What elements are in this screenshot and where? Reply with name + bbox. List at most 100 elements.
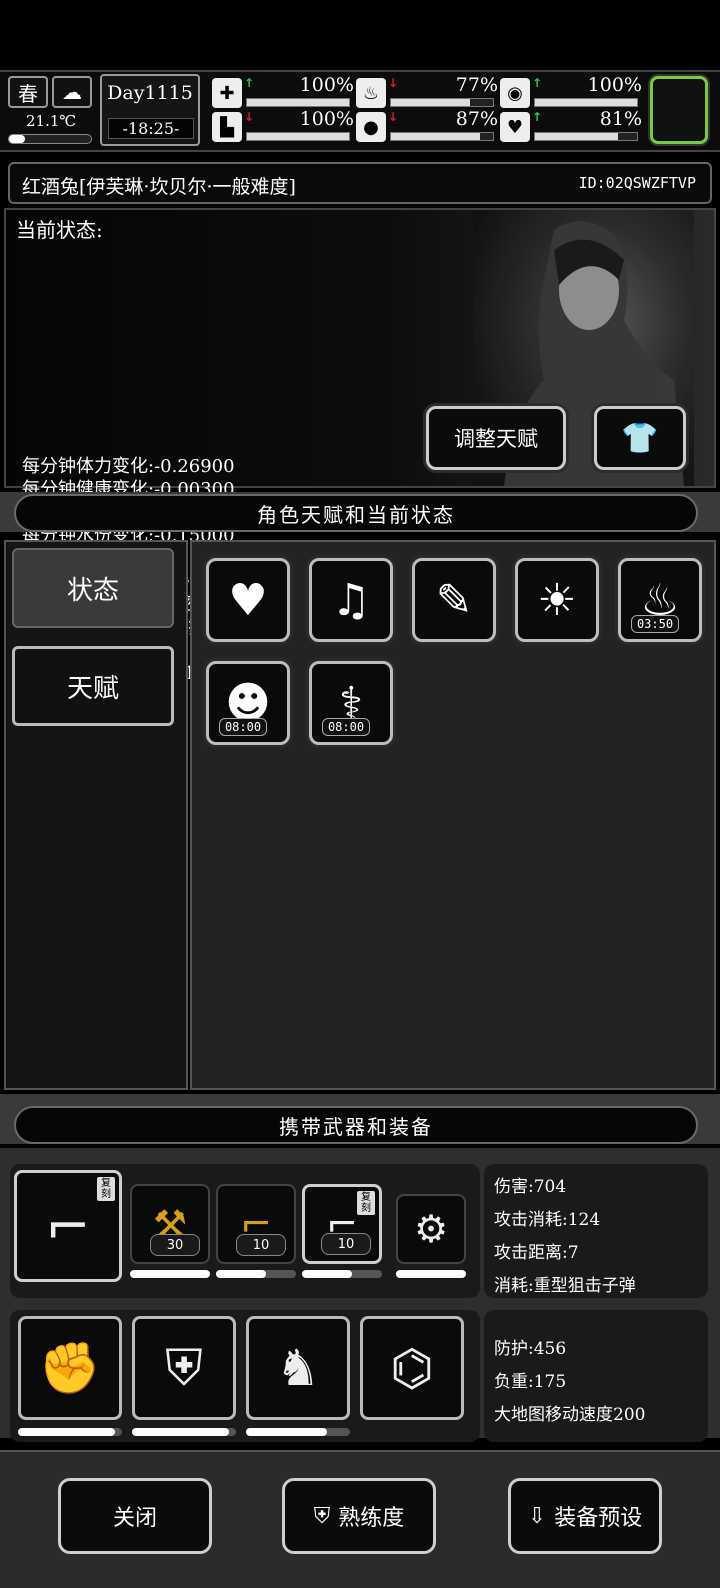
outfit-swap-icon: 👕 [621, 420, 659, 456]
equipment-preset-button[interactable]: ⇩ 装备预设 [508, 1478, 662, 1554]
character-name: 红酒兔[伊芙琳·坎贝尔·一般难度] [22, 176, 296, 198]
trend-up-icon: ↑ [244, 76, 255, 90]
durability-bar [18, 1428, 122, 1436]
stat-value: 100% [299, 74, 354, 96]
medkit-icon: ✚ [212, 78, 242, 108]
stat-bar [390, 132, 494, 141]
durability-fill [396, 1270, 466, 1278]
stat-bar-fill [391, 99, 470, 106]
proficiency-label: 熟练度 [338, 1506, 405, 1531]
durability-bar [132, 1428, 236, 1436]
adjust-talent-label: 调整天赋 [454, 427, 538, 451]
season-label: 春 [18, 81, 38, 106]
effect-timer: 03:50 [631, 615, 679, 633]
durability-fill [132, 1428, 229, 1436]
stat-value: 100% [587, 74, 642, 96]
stat-bar-fill [247, 133, 349, 140]
durability-fill [18, 1428, 115, 1436]
effect-timer: 08:00 [322, 718, 370, 736]
tab-status[interactable]: 状态 [12, 548, 174, 628]
stat-value: 100% [299, 108, 354, 130]
weapon-slot[interactable]: ⚙ [396, 1194, 466, 1264]
effect-slot[interactable]: ♥ [206, 558, 290, 642]
temperature-label: 21.1℃ [26, 112, 77, 130]
preset-download-icon: ⇩ [527, 1503, 547, 1529]
heart-icon: ♥ [500, 112, 530, 142]
stat-bar-fill [535, 99, 637, 106]
change-outfit-button[interactable]: 👕 [594, 406, 686, 470]
tab-talent[interactable]: 天赋 [12, 646, 174, 726]
durability-bar [130, 1270, 210, 1278]
weapon-slot[interactable]: ⌐ 复刻 10 [302, 1184, 382, 1264]
preset-label: 装备预设 [554, 1506, 643, 1531]
stat-bar-fill [391, 133, 480, 140]
weapon-stat: 攻击距离:7 [494, 1243, 579, 1263]
stat-bar [246, 98, 350, 107]
effect-timer: 08:00 [219, 718, 267, 736]
weapon-stat: 伤害:704 [494, 1177, 567, 1197]
tab-talent-label: 天赋 [66, 673, 119, 704]
tab-status-label: 状态 [66, 575, 119, 606]
helmet-icon: ♞ [275, 1339, 321, 1397]
day-label: Day1115 [107, 82, 193, 104]
adjust-talent-button[interactable]: 调整天赋 [426, 406, 566, 470]
talent-section-title: 角色天赋和当前状态 [14, 494, 698, 532]
durability-fill [302, 1270, 352, 1278]
day-panel: Day1115 -18:25- [100, 74, 200, 146]
temperature-bar [8, 134, 92, 144]
heart-icon: ♥ [228, 574, 268, 626]
armor-slot[interactable]: ⌬ [360, 1316, 464, 1420]
trend-up-icon: ↑ [532, 76, 543, 90]
stat-bar [246, 132, 350, 141]
weapon-slot[interactable]: ⚒ 30 [130, 1184, 210, 1264]
chest-armor-icon: ⛨ [165, 1338, 203, 1397]
weapon-slot[interactable]: ⌐ 复刻 [14, 1170, 122, 1282]
armor-slot[interactable]: ⛨ [132, 1316, 236, 1420]
gauntlet-icon: ✊ [38, 1338, 102, 1397]
armor-stat: 防护:456 [494, 1339, 567, 1359]
close-label: 关闭 [112, 1506, 157, 1531]
weather-icon: ☁ [52, 76, 92, 108]
effect-slot[interactable]: ♨ 03:50 [618, 558, 702, 642]
portrait-frame[interactable] [650, 76, 708, 144]
durability-bar [302, 1270, 382, 1278]
trend-down-icon: ↓ [244, 110, 255, 124]
durability-bar [396, 1270, 466, 1278]
stat-value: 81% [599, 108, 642, 130]
durability-fill [216, 1270, 266, 1278]
replica-badge: 复刻 [357, 1191, 375, 1215]
weapon-slot[interactable]: ⌐ 10 [216, 1184, 296, 1264]
effect-slot[interactable]: ♫ [309, 558, 393, 642]
stat-bar-fill [247, 99, 349, 106]
equipment-section-title: 携带武器和装备 [14, 1106, 698, 1144]
durability-bar [246, 1428, 350, 1436]
ammo-count: 10 [321, 1233, 371, 1255]
effect-slot[interactable]: ✎ [412, 558, 496, 642]
replica-badge: 复刻 [97, 1177, 115, 1201]
armor-slot[interactable]: ✊ [18, 1316, 122, 1420]
stomach-icon: ♨ [356, 78, 386, 108]
ammo-count: 30 [150, 1234, 200, 1256]
durability-fill [246, 1428, 328, 1436]
pill-icon: ◉ [500, 78, 530, 108]
stat-bar [534, 98, 638, 107]
effect-slot[interactable]: ☀ [515, 558, 599, 642]
proficiency-button[interactable]: ⛨ 熟练度 [282, 1478, 436, 1554]
effect-slot[interactable]: ⚕ 08:00 [309, 661, 393, 745]
character-title-bar: 红酒兔[伊芙琳·坎贝尔·一般难度] ID:02QSWZFTVP [8, 162, 712, 204]
shield-chart-icon: ⛨ [313, 1503, 331, 1529]
armor-slot[interactable]: ♞ [246, 1316, 350, 1420]
stat-bar [390, 98, 494, 107]
exoskeleton-icon: ⌬ [390, 1339, 434, 1397]
medical-clipboard-icon: ✎ [435, 574, 473, 626]
water-drop-icon: ● [356, 112, 386, 142]
effect-slot[interactable]: ☻ 08:00 [206, 661, 290, 745]
boot-icon: ▙ [212, 112, 242, 142]
durability-fill [130, 1270, 210, 1278]
stat-bar-fill [535, 133, 618, 140]
alarm-person-icon: ☀ [537, 574, 577, 626]
trend-up-icon: ↑ [532, 110, 543, 124]
time-label: -18:25- [108, 118, 194, 139]
status-heading: 当前状态: [16, 218, 103, 242]
close-button[interactable]: 关闭 [58, 1478, 212, 1554]
